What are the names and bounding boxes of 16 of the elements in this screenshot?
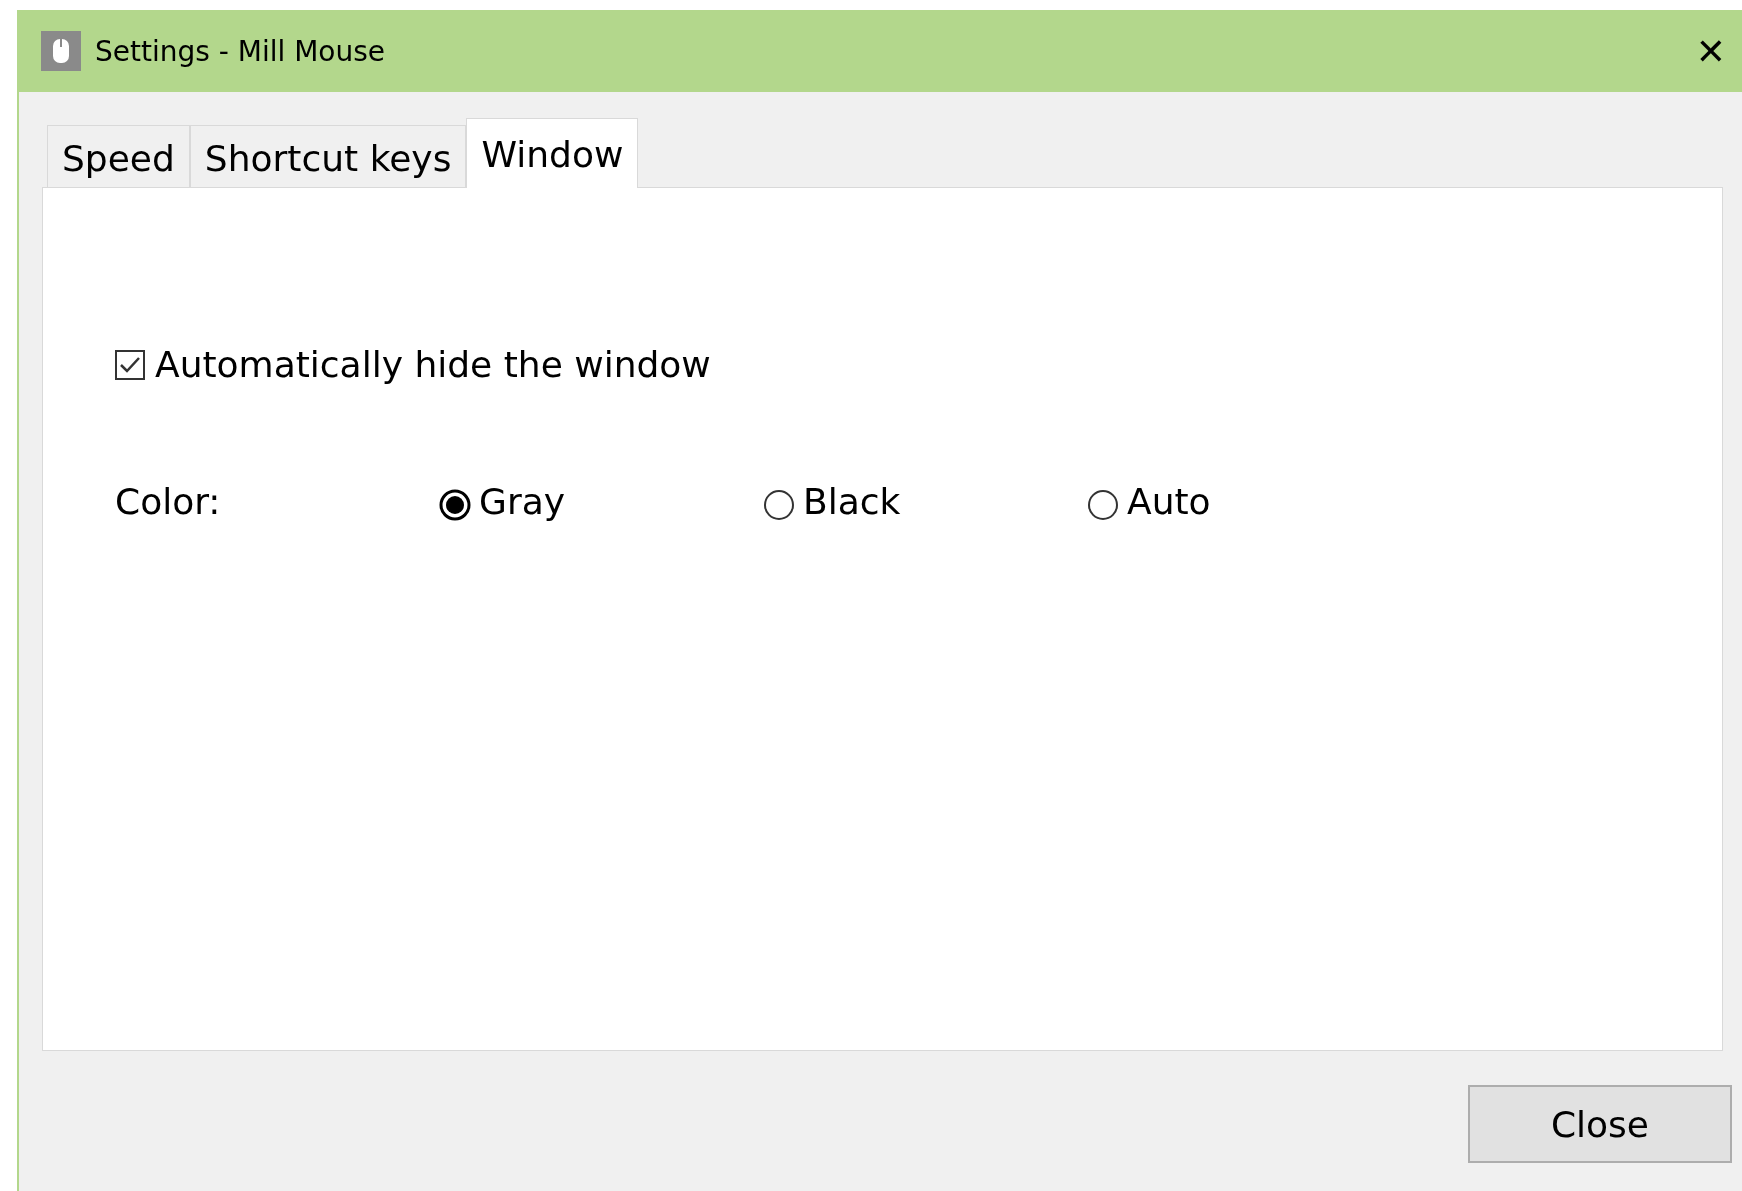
checkbox[interactable] (115, 349, 145, 380)
close-button[interactable]: ✕ (1685, 30, 1736, 72)
mouse-icon (41, 31, 81, 71)
checkbox-label: Automatically hide the window (155, 344, 711, 385)
radio-label: Black (803, 481, 901, 522)
radio-button[interactable] (439, 488, 471, 521)
tab[interactable]: Window (466, 118, 639, 188)
window-title: Settings - Mill Mouse (95, 34, 385, 68)
radio-label: Auto (1127, 481, 1211, 522)
radio-button[interactable] (763, 488, 795, 521)
radio-label: Gray (479, 481, 566, 522)
tab[interactable]: Speed (47, 125, 190, 187)
close-button[interactable]: Close (1468, 1085, 1732, 1163)
color-label: Color: (115, 481, 222, 522)
tab[interactable]: Shortcut keys (189, 125, 467, 187)
radio-button[interactable] (1087, 488, 1119, 521)
